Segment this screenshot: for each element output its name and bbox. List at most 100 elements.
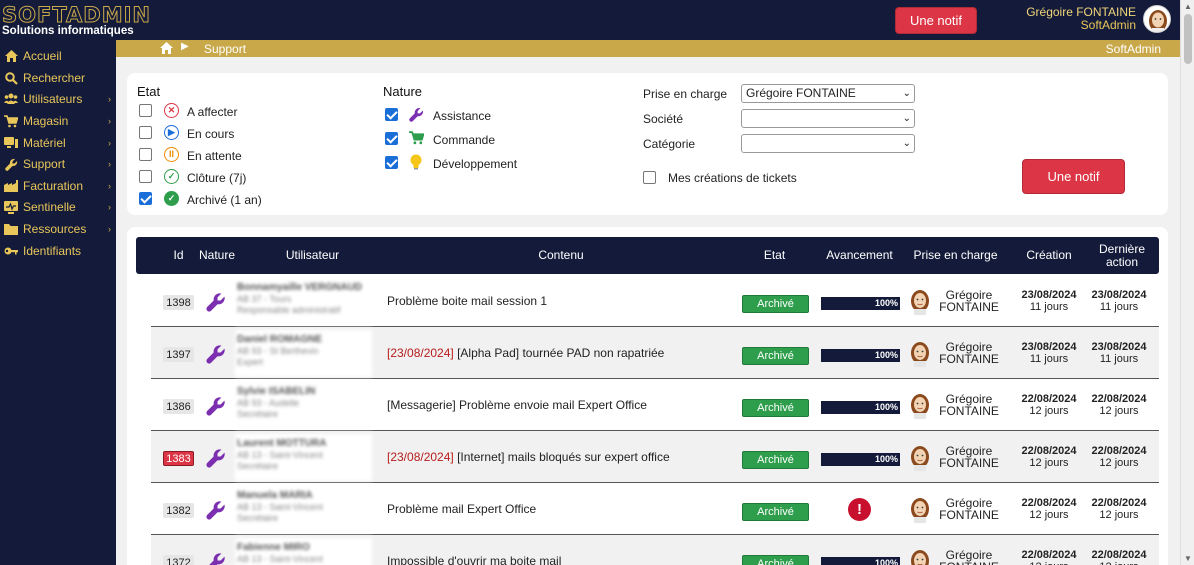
table-row[interactable]: 1382 Manuela MARIA AB 13 - Saint-Vincent Se… bbox=[151, 483, 1159, 535]
assignee-lastname: FONTAINE bbox=[939, 352, 999, 366]
checkbox-assistance[interactable] bbox=[385, 108, 398, 121]
col-contenu[interactable]: Contenu bbox=[386, 237, 736, 274]
checkbox-cloture[interactable] bbox=[139, 170, 152, 183]
sidebar-item-magasin[interactable]: Magasin › bbox=[0, 111, 116, 131]
user-cell[interactable]: Daniel ROMAGNE AB 93 - St Berthevin Expert bbox=[235, 330, 372, 377]
ticket-content[interactable]: Impossible d'ouvrir ma boite mail bbox=[387, 535, 561, 565]
last-action-date: 22/08/202412 jours bbox=[1083, 393, 1155, 417]
creation-age: 12 jours bbox=[1013, 561, 1085, 565]
wrench-icon bbox=[206, 396, 226, 416]
user-role: Secrétaire bbox=[237, 409, 279, 419]
table-row[interactable]: 1383 Laurent MOTTURA AB 13 - Saint-Vincent… bbox=[151, 431, 1159, 483]
status-badge: Archivé bbox=[742, 555, 809, 565]
checkbox-a-affecter[interactable] bbox=[139, 104, 152, 117]
logo[interactable]: SOFTADMIN Solutions informatiques bbox=[2, 4, 151, 38]
assignee-name: GrégoireFONTAINE bbox=[934, 497, 1004, 521]
sidebar-item-label: Ressources bbox=[23, 222, 87, 236]
breadcrumb-page[interactable]: Support bbox=[204, 42, 246, 56]
table-row[interactable]: 1398 Bonnamyaille VERGNAUD AB 37 - Tours Re… bbox=[151, 275, 1159, 327]
table-row[interactable]: 1397 Daniel ROMAGNE AB 93 - St Berthevin Ex… bbox=[151, 327, 1159, 379]
hardware-icon bbox=[4, 136, 18, 150]
sidebar-item-rechercher[interactable]: Rechercher bbox=[0, 68, 116, 88]
ticket-id[interactable]: 1398 bbox=[163, 295, 194, 310]
prise-label: Prise en charge bbox=[643, 87, 728, 101]
sidebar-item-label: Rechercher bbox=[23, 71, 86, 85]
assignee-name: GrégoireFONTAINE bbox=[934, 445, 1004, 469]
logo-subtitle: Solutions informatiques bbox=[2, 25, 134, 37]
checkbox-en-attente[interactable] bbox=[139, 148, 152, 161]
ticket-content[interactable]: [Messagerie] Problème envoie mail Expert… bbox=[387, 379, 647, 430]
checkbox-commande[interactable] bbox=[385, 132, 398, 145]
last-action-date: 22/08/202412 jours bbox=[1083, 549, 1155, 565]
scroll-up-icon[interactable]: ▲ bbox=[1184, 2, 1192, 11]
chevron-down-icon: ⌄ bbox=[902, 138, 911, 149]
sidebar-item-label: Facturation bbox=[23, 179, 84, 193]
col-id[interactable]: Id bbox=[160, 237, 197, 274]
ticket-id[interactable]: 1386 bbox=[163, 399, 194, 414]
sidebar-item-identifiants[interactable]: Identifiants bbox=[0, 241, 116, 261]
sidebar-item-accueil[interactable]: Accueil bbox=[0, 46, 116, 66]
last-action-age: 12 jours bbox=[1099, 509, 1139, 521]
user-cell[interactable]: Fabienne MIROAB 13 - Saint-VincentSecrét… bbox=[235, 538, 372, 565]
user-cell[interactable]: Sylvie ISABELIN AB 93 - Audelle Secrétaire bbox=[235, 382, 372, 429]
societe-select[interactable]: ⌄ bbox=[741, 109, 915, 128]
sidebar-item-label: Support bbox=[23, 157, 66, 171]
user-cell[interactable]: Manuela MARIA AB 13 - Saint-Vincent Secrét… bbox=[235, 486, 372, 533]
col-utilisateur[interactable]: Utilisateur bbox=[244, 237, 381, 274]
col-creation[interactable]: Création bbox=[1013, 237, 1085, 274]
categorie-select[interactable]: ⌄ bbox=[741, 134, 915, 153]
user-role: Secrétaire bbox=[237, 513, 279, 523]
ticket-content[interactable]: [23/08/2024] [Alpha Pad] tournée PAD non… bbox=[387, 327, 664, 378]
ticket-text: tournée PAD non rapatriée bbox=[519, 345, 665, 360]
ticket-id[interactable]: 1383 bbox=[163, 451, 194, 466]
prise-select[interactable]: Grégoire FONTAINE ⌄ bbox=[741, 84, 915, 103]
checkbox-developpement[interactable] bbox=[385, 156, 398, 169]
user-info[interactable]: Grégoire FONTAINE SoftAdmin bbox=[1026, 6, 1136, 32]
ticket-id[interactable]: 1397 bbox=[163, 347, 194, 362]
scroll-down-icon[interactable]: ▼ bbox=[1184, 554, 1192, 563]
home-icon[interactable] bbox=[160, 42, 173, 57]
assignee-lastname: FONTAINE bbox=[939, 508, 999, 522]
sidebar-item-facturation[interactable]: Facturation › bbox=[0, 176, 116, 196]
col-avancement[interactable]: Avancement bbox=[820, 237, 899, 274]
user-cell[interactable]: Laurent MOTTURA AB 13 - Saint-Vincent Secr… bbox=[235, 434, 372, 481]
user-name: Laurent MOTTURA bbox=[237, 438, 327, 449]
sidebar-item-utilisateurs[interactable]: Utilisateurs › bbox=[0, 89, 116, 109]
checkbox-archive[interactable] bbox=[139, 192, 152, 205]
sidebar-item-ressources[interactable]: Ressources › bbox=[0, 219, 116, 239]
sidebar-item-support[interactable]: Support › bbox=[0, 154, 116, 174]
ticket-id[interactable]: 1372 bbox=[163, 555, 194, 565]
wrench-icon bbox=[4, 157, 18, 171]
assignee-lastname: FONTAINE bbox=[939, 456, 999, 470]
lightbulb-icon bbox=[410, 154, 422, 173]
progress-bar: 100% bbox=[821, 349, 900, 362]
col-prise[interactable]: Prise en charge bbox=[904, 237, 1007, 274]
user-cell[interactable]: Bonnamyaille VERGNAUD AB 37 - Tours Respon… bbox=[235, 278, 372, 325]
ticket-content[interactable]: Problème boite mail session 1 bbox=[387, 275, 547, 326]
chevron-right-icon: › bbox=[108, 202, 111, 212]
col-etat[interactable]: Etat bbox=[741, 237, 808, 274]
table-row[interactable]: 1372 Fabienne MIROAB 13 - Saint-VincentSe… bbox=[151, 535, 1159, 565]
checkbox-mes-creations[interactable] bbox=[643, 171, 656, 184]
col-derniere-action[interactable]: Dernière action bbox=[1086, 237, 1158, 274]
avatar[interactable] bbox=[1143, 5, 1171, 33]
sidebar-item-materiel[interactable]: Matériel › bbox=[0, 133, 116, 153]
avatar bbox=[908, 497, 932, 523]
etat-label: En cours bbox=[187, 127, 235, 141]
creation-date-value: 22/08/2024 bbox=[1021, 549, 1077, 561]
avatar bbox=[908, 393, 932, 419]
ticket-id[interactable]: 1382 bbox=[163, 503, 194, 518]
ticket-content[interactable]: [23/08/2024] [Internet] mails bloqués su… bbox=[387, 431, 670, 482]
notif-button-top[interactable]: Une notif bbox=[895, 7, 977, 34]
status-badge: Archivé bbox=[742, 347, 809, 365]
notif-button[interactable]: Une notif bbox=[1022, 159, 1125, 194]
ticket-text: Impossible d'ouvrir ma boite mail bbox=[387, 553, 562, 565]
table-row[interactable]: 1386 Sylvie ISABELIN AB 93 - Audelle Secrét… bbox=[151, 379, 1159, 431]
col-nature[interactable]: Nature bbox=[197, 237, 237, 274]
ticket-content[interactable]: Problème mail Expert Office bbox=[387, 483, 536, 534]
sidebar-item-sentinelle[interactable]: Sentinelle › bbox=[0, 197, 116, 217]
chevron-right-icon: › bbox=[108, 94, 111, 104]
scroll-thumb[interactable] bbox=[1184, 14, 1192, 64]
scrollbar[interactable]: ▲ ▼ bbox=[1180, 0, 1194, 565]
checkbox-en-cours[interactable] bbox=[139, 126, 152, 139]
